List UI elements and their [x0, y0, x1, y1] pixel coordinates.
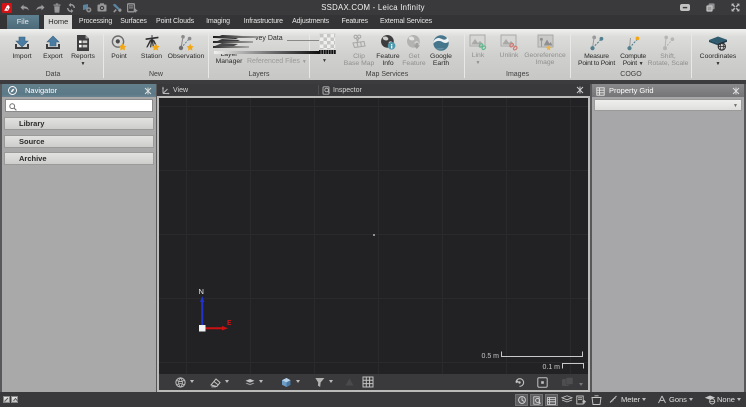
svg-text:E: E — [227, 320, 232, 328]
svg-text:0.1 m: 0.1 m — [542, 364, 560, 371]
svg-text:N: N — [199, 287, 204, 296]
svg-text:0.5 m: 0.5 m — [481, 353, 499, 360]
